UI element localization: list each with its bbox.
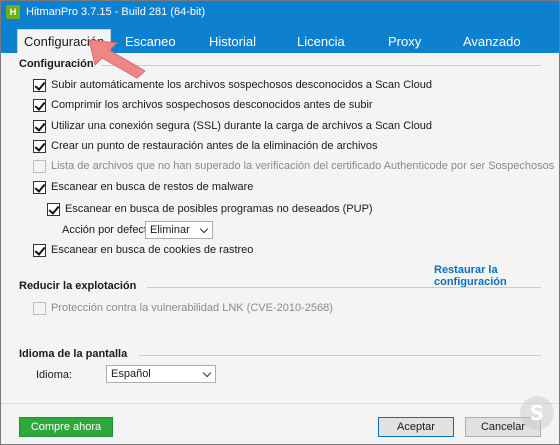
annotation-arrow-icon [88, 39, 146, 79]
option-label: Escanear en busca de restos de malware [51, 181, 254, 193]
chevron-down-icon [202, 368, 212, 378]
option-lnk-protection: Protección contra la vulnerabilidad LNK … [33, 300, 333, 316]
config-group-title: Configuración [19, 58, 94, 70]
option-label: Comprimir los archivos sospechosos desco… [51, 99, 373, 111]
option-restore-point[interactable]: Crear un punto de restauración antes de … [33, 138, 378, 154]
checkbox[interactable] [33, 243, 46, 257]
option-label: Lista de archivos que no han superado la… [51, 160, 555, 172]
app-logo-letter: H [9, 6, 17, 17]
option-ssl-upload[interactable]: Utilizar una conexión segura (SSL) duran… [33, 118, 432, 134]
watermark-letter: S [529, 401, 545, 425]
option-compress-files[interactable]: Comprimir los archivos sospechosos desco… [33, 97, 373, 113]
window-title: HitmanPro 3.7.15 - Build 281 (64-bit) [26, 6, 206, 18]
exploit-group-divider [147, 287, 541, 288]
app-logo-icon: H [6, 5, 20, 19]
default-action-label: Acción por defecto: [62, 224, 157, 236]
tab-historial[interactable]: Historial [209, 29, 256, 53]
tab-licencia[interactable]: Licencia [297, 29, 345, 53]
language-group-divider [139, 355, 541, 356]
buy-now-button[interactable]: Compre ahora [19, 417, 113, 437]
checkbox [33, 159, 46, 173]
language-value: Español [111, 368, 151, 380]
checkbox[interactable] [33, 98, 46, 112]
accept-button[interactable]: Aceptar [378, 417, 454, 437]
option-authenticode-list: Lista de archivos que no han superado la… [33, 158, 554, 174]
restore-settings-link[interactable]: Restaurar la configuración [434, 264, 559, 288]
option-upload-scan-cloud[interactable]: Subir automáticamente los archivos sospe… [33, 77, 432, 93]
language-select[interactable]: Español [106, 365, 216, 383]
footer-bar: Compre ahora Aceptar Cancelar [1, 403, 559, 444]
exploit-group-title: Reducir la explotación [19, 280, 137, 292]
chevron-down-icon [199, 224, 209, 234]
checkbox[interactable] [33, 139, 46, 153]
checkbox[interactable] [47, 202, 60, 216]
option-malware-remnants[interactable]: Escanear en busca de restos de malware [33, 179, 253, 195]
app-window: H HitmanPro 3.7.15 - Build 281 (64-bit) … [0, 0, 560, 445]
option-label: Subir automáticamente los archivos sospe… [51, 79, 432, 91]
option-tracking-cookies[interactable]: Escanear en busca de cookies de rastreo [33, 242, 253, 258]
option-label: Protección contra la vulnerabilidad LNK … [51, 302, 333, 314]
language-label: Idioma: [36, 369, 73, 381]
checkbox[interactable] [33, 78, 46, 92]
option-label: Crear un punto de restauración antes de … [51, 140, 378, 152]
option-label: Utilizar una conexión segura (SSL) duran… [51, 120, 432, 132]
tab-proxy[interactable]: Proxy [388, 29, 421, 53]
tab-bar: Configuración Escaneo Historial Licencia… [1, 23, 559, 53]
checkbox [33, 301, 46, 315]
checkbox[interactable] [33, 180, 46, 194]
option-label: Escanear en busca de cookies de rastreo [51, 244, 254, 256]
default-action-select[interactable]: Eliminar [145, 221, 213, 239]
title-bar: H HitmanPro 3.7.15 - Build 281 (64-bit) [1, 1, 559, 23]
option-pup-scan[interactable]: Escanear en busca de posibles programas … [47, 201, 373, 217]
watermark-logo: S [520, 396, 554, 430]
tab-avanzado[interactable]: Avanzado [463, 29, 521, 53]
language-group-title: Idioma de la pantalla [19, 348, 128, 360]
settings-panel: Configuración Subir automáticamente los … [1, 53, 559, 403]
checkbox[interactable] [33, 119, 46, 133]
option-label: Escanear en busca de posibles programas … [65, 203, 373, 215]
default-action-value: Eliminar [150, 224, 190, 236]
config-group-divider [101, 65, 541, 66]
